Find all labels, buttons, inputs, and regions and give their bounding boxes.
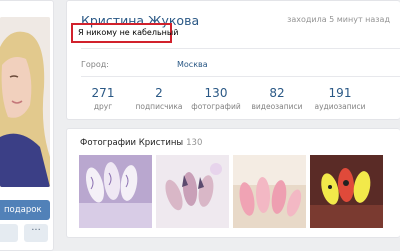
counter-value: 130 bbox=[204, 86, 228, 100]
counter-value: 82 bbox=[269, 86, 285, 100]
photo-thumbnail[interactable] bbox=[79, 155, 152, 228]
photos-title: Фотографии Кристины bbox=[80, 138, 184, 148]
more-actions-button[interactable]: ··· bbox=[24, 224, 48, 242]
divider bbox=[81, 76, 400, 77]
city-link[interactable]: Москва bbox=[177, 60, 208, 69]
counter-videos[interactable]: 82 видеозаписи bbox=[247, 86, 307, 113]
counter-label: друг bbox=[93, 102, 113, 111]
photo-thumbnail[interactable] bbox=[310, 155, 383, 228]
counter-label: фотографий bbox=[191, 102, 241, 111]
photo-thumbnail[interactable] bbox=[233, 155, 306, 228]
counter-value: 271 bbox=[91, 86, 115, 100]
divider bbox=[81, 48, 400, 49]
photos-header[interactable]: Фотографии Кристины 130 bbox=[80, 138, 202, 148]
counter-friends[interactable]: 271 друг bbox=[73, 86, 133, 113]
counter-label: подписчика bbox=[135, 102, 183, 111]
counter-label: видеозаписи bbox=[251, 102, 303, 111]
secondary-action-button[interactable] bbox=[0, 224, 18, 242]
photos-card: Фотографии Кристины 130 bbox=[66, 128, 400, 238]
counter-audios[interactable]: 191 аудиозаписи bbox=[310, 86, 370, 113]
last-seen-text: заходила 5 минут назад bbox=[287, 15, 390, 24]
counter-value: 2 bbox=[155, 86, 163, 100]
counter-photos[interactable]: 130 фотографий bbox=[186, 86, 246, 113]
send-gift-button[interactable]: подарок bbox=[0, 200, 50, 220]
avatar[interactable] bbox=[0, 17, 50, 187]
photo-thumbnail[interactable] bbox=[156, 155, 229, 228]
profile-info-card: Кристина Жукова заходила 5 минут назад Я… bbox=[66, 0, 400, 120]
photos-count: 130 bbox=[186, 138, 203, 148]
counter-followers[interactable]: 2 подписчика bbox=[129, 86, 189, 113]
avatar-card: подарок ··· bbox=[0, 0, 54, 251]
counter-label: аудиозаписи bbox=[314, 102, 366, 111]
counter-value: 191 bbox=[328, 86, 352, 100]
city-label: Город: bbox=[81, 60, 109, 69]
profile-status[interactable]: Я никому не кабельный bbox=[71, 23, 178, 43]
